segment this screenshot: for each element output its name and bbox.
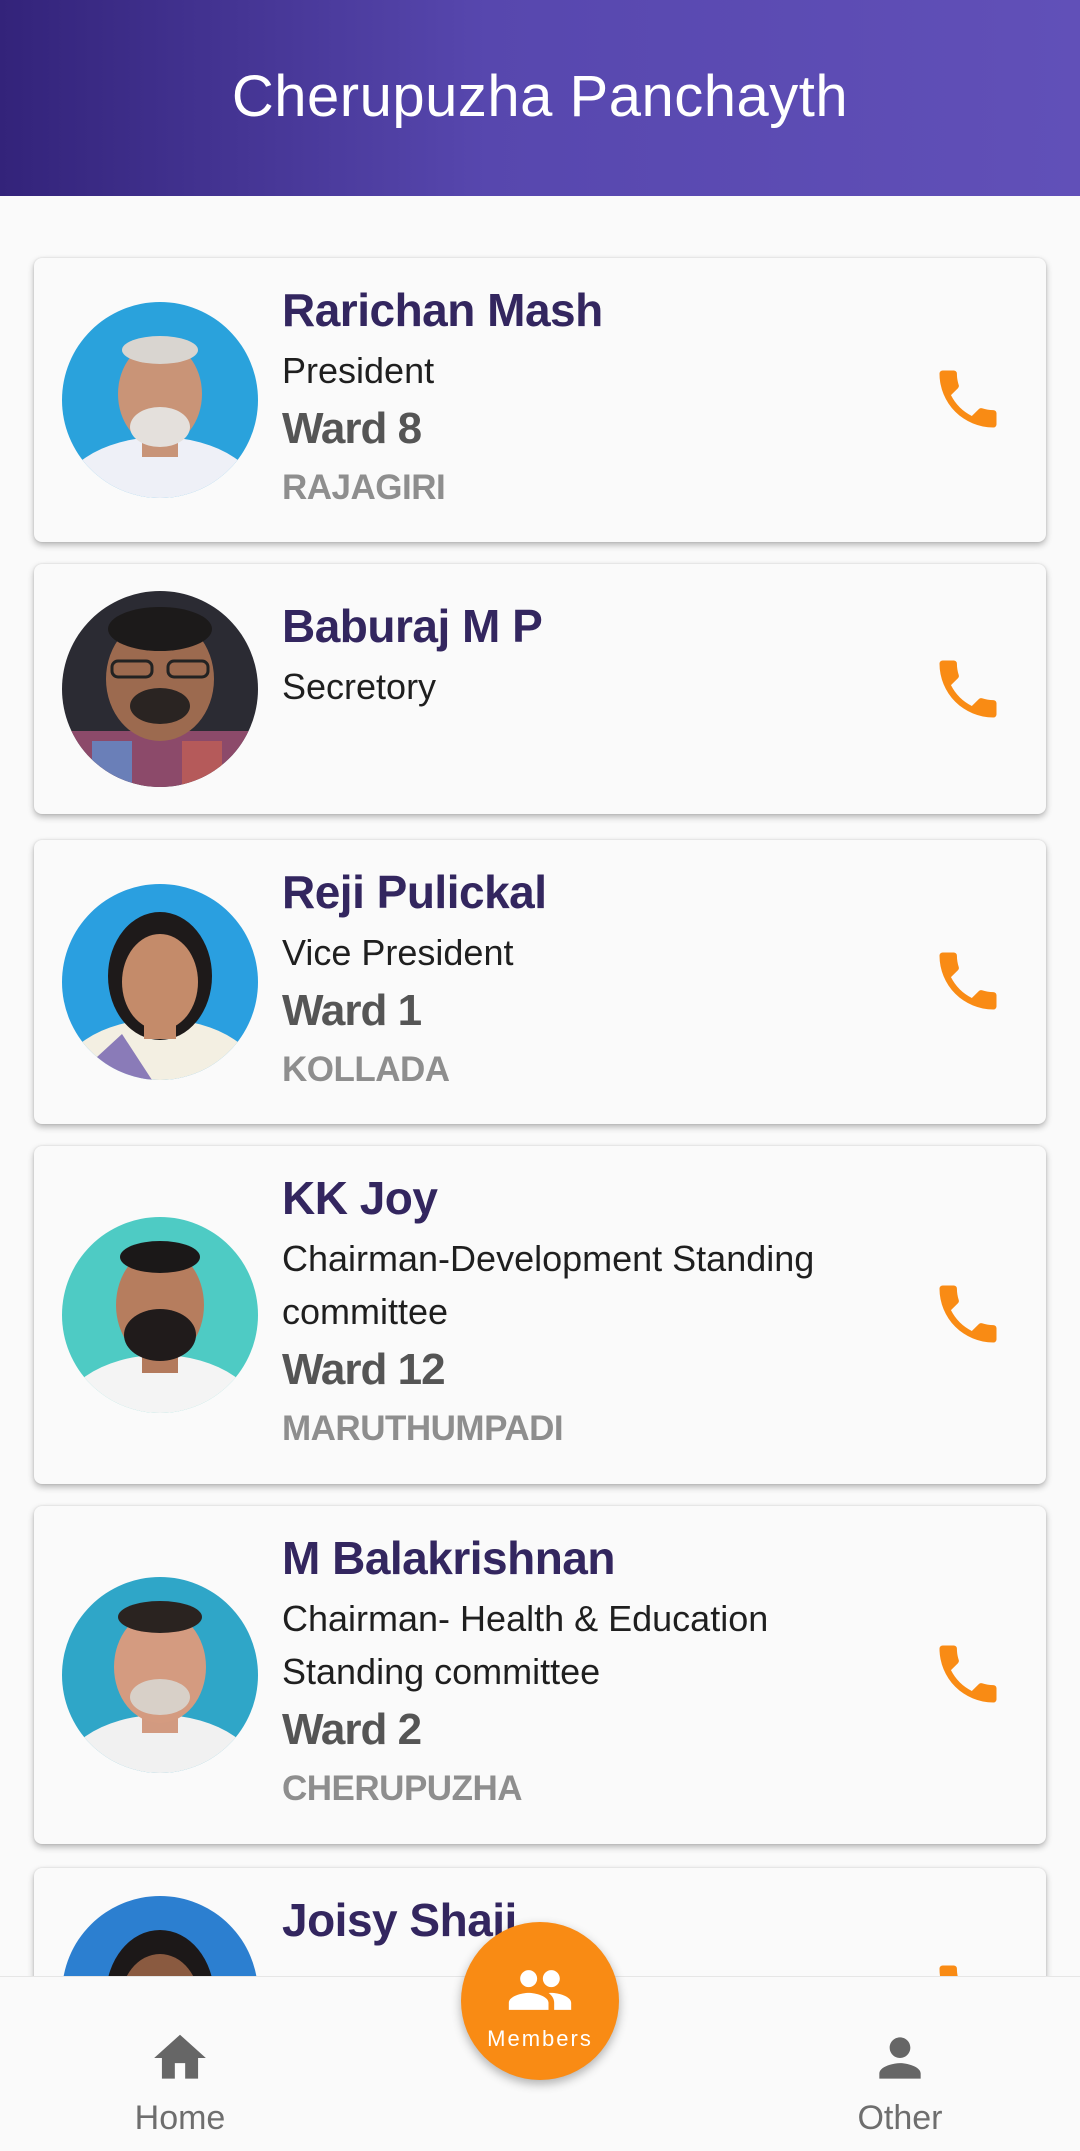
members-list[interactable]: Rarichan Mash President Ward 8 RAJAGIRI (0, 196, 1080, 1976)
person-icon (879, 2037, 921, 2079)
member-name: KK Joy (282, 1172, 438, 1224)
member-card[interactable]: KK Joy Chairman-Development Standing com… (34, 1146, 1046, 1484)
phone-icon[interactable] (930, 1956, 1006, 1976)
app-header: Cherupuzha Panchayth (0, 0, 1080, 196)
member-place: CHERUPUZHA (282, 1769, 523, 1808)
member-role: President (282, 350, 435, 391)
member-role: Chairman- Health & Education Standing co… (282, 1598, 769, 1692)
member-role: Chairman-Development Standing committee (282, 1238, 815, 1332)
member-ward: Ward 12 (282, 1345, 446, 1394)
member-place: KOLLADA (282, 1050, 450, 1089)
phone-icon[interactable] (930, 943, 1006, 1019)
member-ward: Ward 2 (282, 1705, 422, 1754)
member-card[interactable]: M Balakrishnan Chairman- Health & Educat… (34, 1506, 1046, 1844)
member-name: Baburaj M P (282, 600, 543, 652)
member-avatar (62, 302, 258, 498)
people-icon (508, 1970, 572, 2010)
nav-home[interactable]: Home (80, 2027, 280, 2138)
phone-icon[interactable] (930, 1636, 1006, 1712)
member-ward: Ward 1 (282, 986, 422, 1035)
phone-icon[interactable] (930, 1276, 1006, 1352)
member-ward: Ward 8 (282, 404, 422, 453)
page-title: Cherupuzha Panchayth (231, 63, 849, 129)
home-icon (154, 2034, 206, 2079)
member-avatar (62, 1896, 258, 1976)
members-fab-button[interactable]: Members (461, 1922, 619, 2080)
member-name: Joisy Shaji (282, 1894, 517, 1946)
member-name: Reji Pulickal (282, 866, 547, 918)
member-place: RAJAGIRI (282, 468, 446, 507)
member-role: Vice President (282, 932, 514, 973)
nav-home-label: Home (134, 2099, 226, 2137)
member-avatar (62, 1217, 258, 1413)
member-place: MARUTHUMPADI (282, 1409, 564, 1448)
member-role: Secretory (282, 666, 437, 707)
phone-icon[interactable] (930, 651, 1006, 727)
member-card[interactable]: Baburaj M P Secretory (34, 564, 1046, 814)
nav-other[interactable]: Other (800, 2027, 1000, 2138)
member-avatar (62, 1577, 258, 1773)
member-card[interactable]: Reji Pulickal Vice President Ward 1 KOLL… (34, 840, 1046, 1124)
nav-other-label: Other (857, 2099, 943, 2137)
member-avatar (62, 884, 258, 1080)
member-name: M Balakrishnan (282, 1532, 616, 1584)
phone-icon[interactable] (930, 361, 1006, 437)
members-fab-label: Members (487, 2026, 593, 2051)
member-name: Rarichan Mash (282, 284, 603, 336)
member-avatar (62, 591, 258, 787)
member-card[interactable]: Rarichan Mash President Ward 8 RAJAGIRI (34, 258, 1046, 542)
